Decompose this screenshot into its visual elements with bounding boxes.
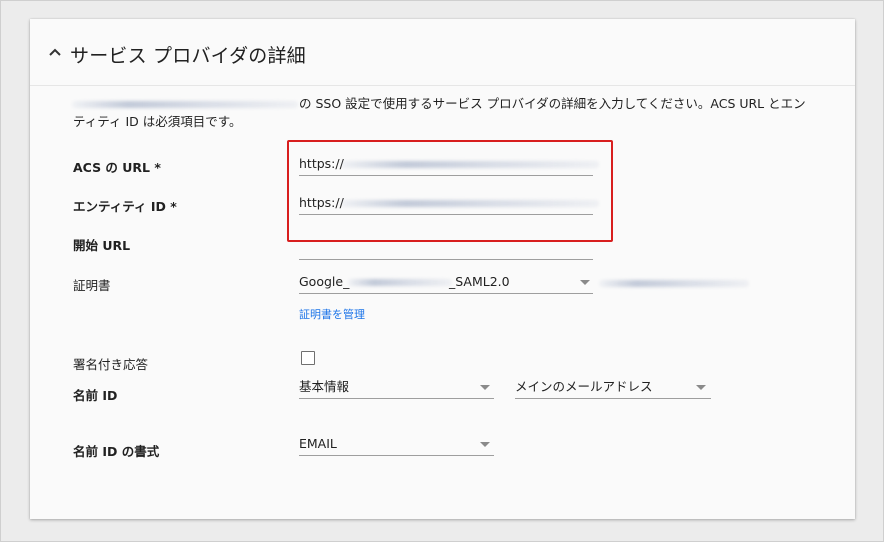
service-provider-details-card: サービス プロバイダの詳細 の SSO 設定で使用するサービス プロバイダの詳細… [30, 19, 855, 519]
chevron-down-icon [696, 385, 706, 390]
chevron-up-icon[interactable] [48, 46, 62, 58]
chevron-down-icon [480, 385, 490, 390]
name-id-format-value: EMAIL [299, 436, 337, 451]
name-id-basic-info-value: 基本情報 [299, 379, 350, 394]
signed-response-checkbox[interactable] [301, 351, 315, 365]
start-url-input[interactable] [299, 237, 593, 260]
entity-id-label: エンティティ ID * [73, 199, 177, 214]
certificate-select[interactable]: Google_ _SAML2.0 [299, 271, 593, 294]
start-url-label: 開始 URL [73, 238, 131, 253]
redacted-certificate-details [599, 280, 749, 287]
certificate-value-prefix: Google_ [299, 274, 350, 289]
certificate-label: 証明書 [73, 278, 111, 293]
description-line-2: ティティ ID は必須項目です。 [73, 114, 242, 129]
name-id-primary-email-value: メインのメールアドレス [515, 379, 653, 394]
redacted-certificate-name [348, 279, 452, 286]
manage-certificates-link[interactable]: 証明書を管理 [299, 306, 365, 322]
chevron-down-icon [580, 280, 590, 285]
description-line-1: の SSO 設定で使用するサービス プロバイダの詳細を入力してください。ACS … [299, 96, 806, 111]
signed-response-label: 署名付き応答 [73, 357, 149, 372]
name-id-primary-email-select[interactable]: メインのメールアドレス [515, 376, 711, 399]
required-fields-highlight [287, 140, 613, 242]
chevron-down-icon [480, 442, 490, 447]
name-id-format-select[interactable]: EMAIL [299, 433, 494, 456]
name-id-format-label: 名前 ID の書式 [73, 444, 160, 459]
acs-url-label: ACS の URL * [73, 160, 161, 175]
section-title: サービス プロバイダの詳細 [70, 45, 306, 67]
certificate-value-suffix: _SAML2.0 [449, 274, 510, 289]
section-description: の SSO 設定で使用するサービス プロバイダの詳細を入力してください。ACS … [73, 95, 808, 131]
card-header[interactable]: サービス プロバイダの詳細 [30, 19, 855, 86]
name-id-basic-info-select[interactable]: 基本情報 [299, 376, 494, 399]
name-id-label: 名前 ID [73, 388, 118, 403]
